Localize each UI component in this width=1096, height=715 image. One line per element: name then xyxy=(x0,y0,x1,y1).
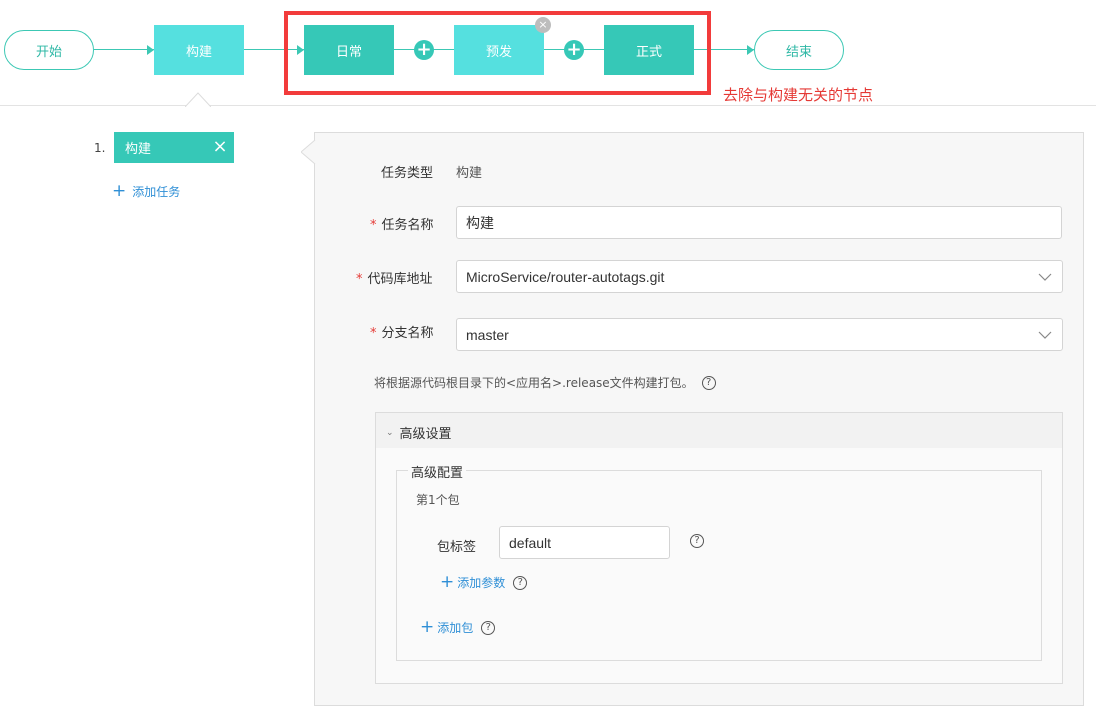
help-icon[interactable]: ? xyxy=(690,534,704,548)
repo-select[interactable]: MicroService/router-autotags.git xyxy=(456,260,1063,293)
branch-select[interactable]: master xyxy=(456,318,1063,351)
chevron-down-icon: ⌄ xyxy=(386,427,394,438)
advanced-settings-header[interactable]: ⌄ 高级设置 xyxy=(376,413,1062,448)
task-index: 1. xyxy=(94,141,106,155)
task-name-label: * 任务名称 xyxy=(370,218,434,233)
add-package-button[interactable]: + 添加包 ? xyxy=(420,617,496,637)
plus-icon: + xyxy=(112,181,127,201)
required-mark: * xyxy=(370,326,377,341)
pipeline: 开始 构建 日常 + 预发 × + 正式 结束 去除与构建无关的节点 xyxy=(0,0,1096,106)
panel-pointer-icon xyxy=(301,140,325,164)
required-mark: * xyxy=(370,218,377,233)
plus-icon: + xyxy=(440,572,455,592)
task-type-label: 任务类型 xyxy=(381,166,434,181)
help-icon[interactable]: ? xyxy=(513,575,528,590)
arrow-icon xyxy=(747,45,754,55)
branch-label: * 分支名称 xyxy=(370,326,434,341)
stage-pointer-icon xyxy=(185,92,211,107)
help-icon[interactable]: ? xyxy=(701,375,716,390)
package-tag-input[interactable]: default xyxy=(499,526,670,559)
connector xyxy=(94,49,154,50)
package-tag-label: 包标签 xyxy=(437,540,477,555)
branch-value: master xyxy=(466,326,509,343)
repo-label: * 代码库地址 xyxy=(356,272,433,287)
pipeline-end: 结束 xyxy=(754,30,844,70)
required-mark: * xyxy=(356,272,363,287)
add-task-button[interactable]: + 添加任务 xyxy=(112,183,180,200)
add-task-label: 添加任务 xyxy=(132,185,181,199)
repo-value: MicroService/router-autotags.git xyxy=(466,268,665,285)
help-icon[interactable]: ? xyxy=(481,620,496,635)
task-type-value: 构建 xyxy=(456,166,483,181)
task-label: 构建 xyxy=(125,142,152,157)
close-icon[interactable]: × xyxy=(210,137,230,157)
build-hint: 将根据源代码根目录下的<应用名>.release文件构建打包。 ? xyxy=(374,374,716,391)
add-param-button[interactable]: + 添加参数 ? xyxy=(440,572,528,592)
package-index: 第1个包 xyxy=(416,493,460,507)
advanced-settings-title: 高级设置 xyxy=(399,427,452,442)
hint-text: 将根据源代码根目录下的<应用名>.release文件构建打包。 xyxy=(374,376,694,390)
task-name-input[interactable]: 构建 xyxy=(456,206,1062,239)
plus-icon: + xyxy=(420,617,435,637)
highlight-box xyxy=(284,11,711,95)
chevron-down-icon xyxy=(1038,331,1052,339)
pipeline-start: 开始 xyxy=(4,30,94,70)
advanced-config-title: 高级配置 xyxy=(408,462,467,481)
pipeline-stage-build[interactable]: 构建 xyxy=(154,25,244,75)
annotation-text: 去除与构建无关的节点 xyxy=(723,86,874,104)
task-item-build[interactable]: 构建 × xyxy=(114,132,234,163)
add-package-label: 添加包 xyxy=(437,621,474,635)
add-param-label: 添加参数 xyxy=(457,576,506,590)
arrow-icon xyxy=(147,45,154,55)
chevron-down-icon xyxy=(1038,273,1052,281)
